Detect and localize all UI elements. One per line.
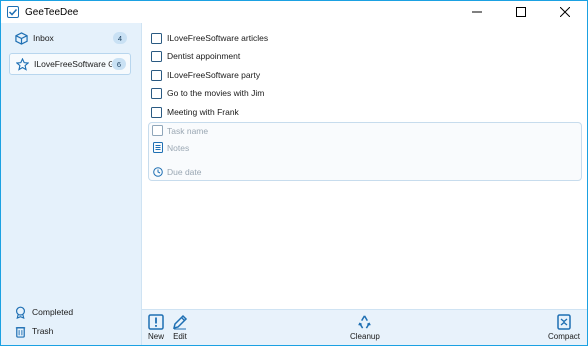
cube-icon: [14, 31, 28, 45]
edit-label: Edit: [173, 332, 187, 341]
app-check-icon: [7, 6, 19, 18]
count-badge: 4: [113, 32, 127, 44]
count-badge: 6: [112, 58, 126, 70]
sidebar-item-inbox[interactable]: Inbox 4: [9, 28, 131, 48]
task-item[interactable]: ILoveFreeSoftware party: [151, 67, 260, 83]
maximize-button[interactable]: [499, 1, 543, 23]
window-title: GeeTeeDee: [25, 6, 79, 18]
task-item[interactable]: Dentist appoinment: [151, 48, 240, 64]
compact-icon: [555, 313, 573, 331]
notes-input[interactable]: [167, 142, 467, 153]
cleanup-button[interactable]: Cleanup: [350, 313, 380, 341]
minimize-button[interactable]: [455, 1, 499, 23]
task-label: ILoveFreeSoftware party: [167, 70, 261, 80]
due-date-row: [152, 166, 467, 177]
task-item[interactable]: ILoveFreeSoftware articles: [151, 30, 268, 46]
title-bar[interactable]: GeeTeeDee: [1, 1, 587, 23]
task-checkbox[interactable]: [151, 69, 162, 81]
notes-icon: [152, 142, 163, 153]
task-checkbox[interactable]: [151, 32, 162, 44]
new-button[interactable]: New: [147, 313, 165, 341]
sidebar-item-ilovefreesoftware[interactable]: ILoveFreeSoftware Gr 6: [9, 53, 131, 75]
task-list: ILoveFreeSoftware articles Dentist appoi…: [142, 23, 587, 309]
trash-icon: [13, 324, 27, 338]
task-checkbox[interactable]: [151, 106, 162, 118]
sidebar-item-trash[interactable]: Trash: [13, 323, 53, 339]
star-icon: [15, 57, 29, 71]
notes-row: [152, 142, 467, 153]
compact-button[interactable]: Compact: [548, 313, 580, 341]
task-label: Meeting with Frank: [167, 107, 239, 117]
new-task-icon: [147, 313, 165, 331]
app-window: GeeTeeDee Inbox 4 ILoveFreeSoftware Gr 6…: [0, 0, 588, 346]
edit-button[interactable]: Edit: [171, 313, 189, 341]
new-task-checkbox[interactable]: [152, 125, 163, 136]
recycle-icon: [356, 313, 374, 331]
due-date-input[interactable]: [167, 166, 467, 177]
task-label: ILoveFreeSoftware articles: [167, 33, 269, 43]
sidebar-item-label: Inbox: [33, 33, 54, 43]
new-task-form: [148, 122, 582, 181]
task-item[interactable]: Meeting with Frank: [151, 104, 239, 120]
sidebar: Inbox 4 ILoveFreeSoftware Gr 6 Completed…: [1, 23, 142, 345]
badge-check-icon: [13, 305, 27, 319]
maximize-icon: [516, 7, 526, 17]
cleanup-label: Cleanup: [350, 332, 380, 341]
bottom-toolbar: New Edit Cleanup Compact: [142, 309, 587, 345]
task-label: Go to the movies with Jim: [167, 88, 265, 98]
task-label: Dentist appoinment: [167, 51, 241, 61]
close-icon: [560, 7, 570, 17]
compact-label: Compact: [548, 332, 581, 341]
task-item[interactable]: Go to the movies with Jim: [151, 85, 264, 101]
pencil-icon: [171, 313, 189, 331]
completed-label: Completed: [32, 307, 74, 317]
task-checkbox[interactable]: [151, 50, 162, 62]
clock-icon: [152, 166, 163, 177]
minimize-icon: [472, 11, 482, 13]
trash-label: Trash: [32, 326, 54, 336]
sidebar-item-label: ILoveFreeSoftware Gr: [34, 59, 112, 69]
new-label: New: [147, 332, 164, 341]
sidebar-item-completed[interactable]: Completed: [13, 304, 73, 320]
task-name-row: [152, 125, 467, 136]
task-name-input[interactable]: [167, 125, 467, 136]
task-checkbox[interactable]: [151, 87, 162, 99]
close-button[interactable]: [543, 1, 587, 23]
